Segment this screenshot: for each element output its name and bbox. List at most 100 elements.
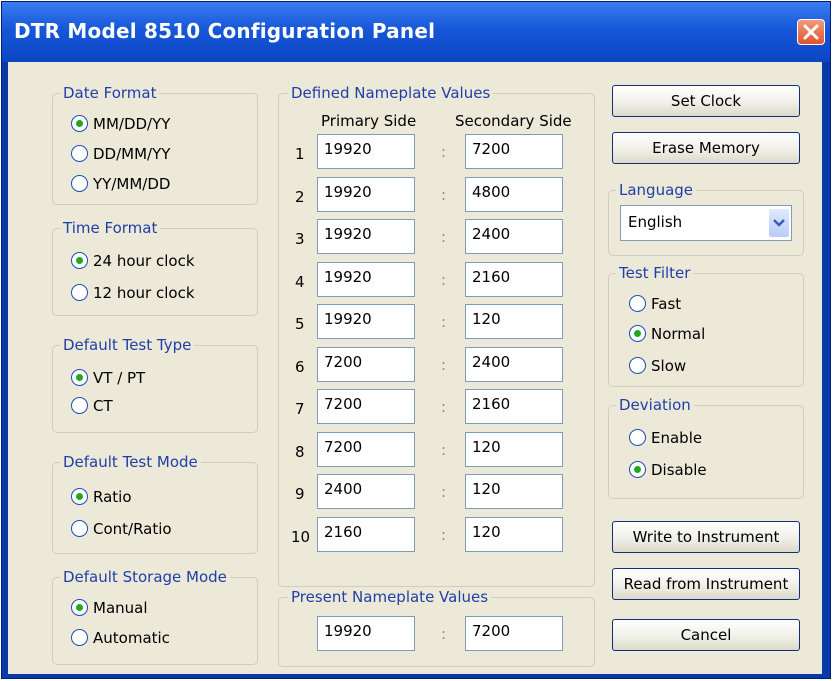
radio-circle bbox=[71, 599, 88, 616]
primary-side-field[interactable]: 7200 bbox=[317, 432, 415, 467]
dropdown-button[interactable] bbox=[769, 209, 789, 237]
radio-label: Disable bbox=[651, 461, 707, 479]
primary-side-field[interactable]: 19920 bbox=[317, 134, 415, 169]
language-value: English bbox=[628, 213, 683, 231]
secondary-side-field[interactable]: 2400 bbox=[465, 219, 563, 254]
radio-label: Ratio bbox=[93, 488, 132, 506]
present-nameplate-label: Present Nameplate Values bbox=[288, 587, 492, 607]
secondary-side-field[interactable]: 4800 bbox=[465, 177, 563, 212]
row-number: 10 bbox=[291, 528, 311, 546]
configuration-dialog: DTR Model 8510 Configuration Panel Date … bbox=[1, 1, 831, 679]
radio-label: Manual bbox=[93, 599, 148, 617]
separator: : bbox=[441, 398, 447, 416]
secondary-side-field[interactable]: 120 bbox=[465, 304, 563, 339]
deviation-group: Deviation Enable Disable bbox=[608, 395, 804, 499]
row-number: 1 bbox=[295, 145, 305, 163]
secondary-side-field[interactable]: 120 bbox=[465, 432, 563, 467]
dialog-body: Date Format MM/DD/YY DD/MM/YY YY/MM/DD T… bbox=[8, 62, 822, 674]
radio-label: MM/DD/YY bbox=[93, 115, 171, 133]
primary-side-header: Primary Side bbox=[321, 112, 417, 130]
test-filter-label: Test Filter bbox=[616, 263, 694, 283]
primary-side-field[interactable]: 7200 bbox=[317, 389, 415, 424]
row-number: 9 bbox=[295, 485, 305, 503]
radio-circle bbox=[71, 520, 88, 537]
separator: : bbox=[441, 186, 447, 204]
secondary-side-header: Secondary Side bbox=[455, 112, 572, 130]
secondary-side-field[interactable]: 2400 bbox=[465, 347, 563, 382]
primary-side-field[interactable]: 19920 bbox=[317, 177, 415, 212]
radio-circle bbox=[71, 252, 88, 269]
radio-label: Cont/Ratio bbox=[93, 520, 172, 538]
read-from-instrument-button[interactable]: Read from Instrument bbox=[612, 568, 800, 600]
radio-label: YY/MM/DD bbox=[93, 175, 171, 193]
row-number: 3 bbox=[295, 230, 305, 248]
radio-circle bbox=[71, 488, 88, 505]
row-number: 7 bbox=[295, 400, 305, 418]
present-secondary-field[interactable]: 7200 bbox=[465, 616, 563, 651]
write-to-instrument-button[interactable]: Write to Instrument bbox=[612, 521, 800, 553]
radio-label: 12 hour clock bbox=[93, 284, 195, 302]
primary-side-field[interactable]: 2400 bbox=[317, 474, 415, 509]
default-storage-mode-label: Default Storage Mode bbox=[60, 567, 230, 587]
radio-circle bbox=[629, 429, 646, 446]
radio-circle bbox=[71, 145, 88, 162]
radio-label: DD/MM/YY bbox=[93, 145, 171, 163]
primary-side-field[interactable]: 19920 bbox=[317, 262, 415, 297]
close-button[interactable] bbox=[797, 19, 825, 45]
radio-label: Automatic bbox=[93, 629, 170, 647]
chevron-down-icon bbox=[773, 219, 785, 227]
present-primary-field[interactable]: 19920 bbox=[317, 616, 415, 651]
separator: : bbox=[441, 483, 447, 501]
radio-label: Enable bbox=[651, 429, 703, 447]
radio-circle bbox=[629, 461, 646, 478]
language-label: Language bbox=[616, 180, 697, 200]
radio-label: Fast bbox=[651, 295, 682, 313]
row-number: 4 bbox=[295, 273, 305, 291]
radio-circle bbox=[629, 357, 646, 374]
separator: : bbox=[441, 526, 447, 544]
radio-circle bbox=[629, 325, 646, 342]
row-number: 8 bbox=[295, 443, 305, 461]
radio-circle bbox=[71, 115, 88, 132]
separator: : bbox=[441, 625, 447, 643]
secondary-side-field[interactable]: 2160 bbox=[465, 389, 563, 424]
default-test-mode-group: Default Test Mode Ratio Cont/Ratio bbox=[52, 452, 258, 554]
separator: : bbox=[441, 441, 447, 459]
secondary-side-field[interactable]: 120 bbox=[465, 474, 563, 509]
secondary-side-field[interactable]: 120 bbox=[465, 517, 563, 552]
separator: : bbox=[441, 313, 447, 331]
time-format-label: Time Format bbox=[60, 218, 161, 238]
close-icon bbox=[803, 24, 819, 40]
primary-side-field[interactable]: 7200 bbox=[317, 347, 415, 382]
primary-side-field[interactable]: 2160 bbox=[317, 517, 415, 552]
radio-label: VT / PT bbox=[93, 369, 146, 387]
language-select[interactable]: English bbox=[620, 205, 792, 241]
row-number: 5 bbox=[295, 315, 305, 333]
date-format-group: Date Format MM/DD/YY DD/MM/YY YY/MM/DD bbox=[52, 83, 258, 205]
radio-circle bbox=[71, 629, 88, 646]
defined-nameplate-label: Defined Nameplate Values bbox=[288, 83, 494, 103]
secondary-side-field[interactable]: 2160 bbox=[465, 262, 563, 297]
radio-label: 24 hour clock bbox=[93, 252, 195, 270]
radio-circle bbox=[71, 397, 88, 414]
window-title: DTR Model 8510 Configuration Panel bbox=[14, 19, 436, 43]
set-clock-button[interactable]: Set Clock bbox=[612, 85, 800, 117]
separator: : bbox=[441, 271, 447, 289]
default-test-mode-label: Default Test Mode bbox=[60, 452, 201, 472]
radio-circle bbox=[629, 295, 646, 312]
separator: : bbox=[441, 356, 447, 374]
radio-circle bbox=[71, 369, 88, 386]
primary-side-field[interactable]: 19920 bbox=[317, 219, 415, 254]
radio-label: Normal bbox=[651, 325, 706, 343]
primary-side-field[interactable]: 19920 bbox=[317, 304, 415, 339]
row-number: 2 bbox=[295, 188, 305, 206]
row-number: 6 bbox=[295, 358, 305, 376]
secondary-side-field[interactable]: 7200 bbox=[465, 134, 563, 169]
cancel-button[interactable]: Cancel bbox=[612, 619, 800, 651]
time-format-group: Time Format 24 hour clock 12 hour clock bbox=[52, 218, 258, 316]
default-storage-mode-group: Default Storage Mode Manual Automatic bbox=[52, 567, 258, 665]
title-bar: DTR Model 8510 Configuration Panel bbox=[2, 2, 830, 62]
erase-memory-button[interactable]: Erase Memory bbox=[612, 132, 800, 164]
date-format-label: Date Format bbox=[60, 83, 160, 103]
radio-circle bbox=[71, 284, 88, 301]
